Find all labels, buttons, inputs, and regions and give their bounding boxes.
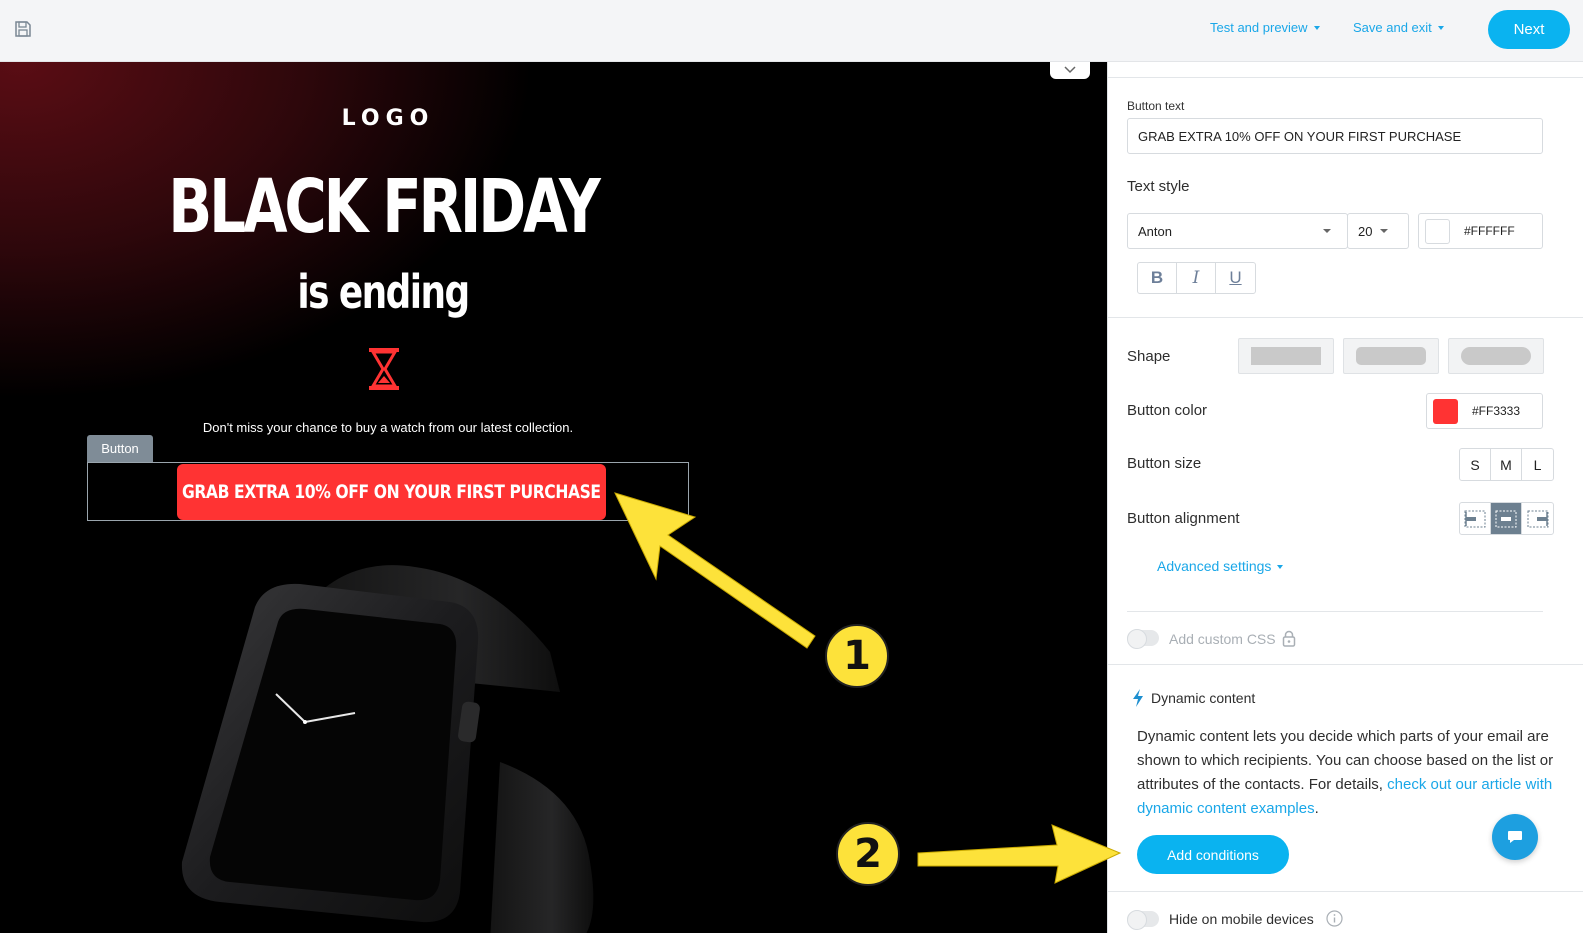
lightning-icon bbox=[1133, 689, 1143, 707]
text-color-value: #FFFFFF bbox=[1464, 224, 1515, 238]
cta-text: GRAB EXTRA 10% OFF ON YOUR FIRST PURCHAS… bbox=[182, 481, 601, 503]
text-format-group: B I U bbox=[1137, 262, 1256, 294]
divider bbox=[1127, 611, 1543, 612]
chat-support-button[interactable] bbox=[1492, 814, 1538, 860]
size-medium-button[interactable]: M bbox=[1491, 449, 1522, 480]
email-canvas: LOGO BLACK FRIDAY is ending Don't miss y… bbox=[0, 62, 1107, 933]
button-alignment-label: Button alignment bbox=[1127, 510, 1240, 527]
align-center-button[interactable] bbox=[1491, 503, 1522, 534]
button-text-label: Button text bbox=[1127, 99, 1185, 113]
save-icon[interactable] bbox=[14, 20, 32, 38]
hide-mobile-toggle[interactable] bbox=[1127, 910, 1159, 930]
email-headline[interactable]: BLACK FRIDAY bbox=[84, 170, 681, 244]
advanced-settings-label: Advanced settings bbox=[1157, 558, 1272, 574]
top-toolbar: Test and preview Save and exit Next bbox=[0, 0, 1583, 62]
align-left-button[interactable] bbox=[1460, 503, 1491, 534]
chevron-down-icon bbox=[1313, 26, 1320, 30]
align-right-button[interactable] bbox=[1522, 503, 1553, 534]
divider bbox=[1108, 664, 1583, 665]
button-color-swatch[interactable] bbox=[1433, 398, 1458, 424]
button-size-label: Button size bbox=[1127, 455, 1202, 472]
shape-rounded-preview bbox=[1356, 347, 1426, 365]
button-color-picker[interactable]: #FF3333 bbox=[1426, 393, 1543, 429]
email-logo[interactable]: LOGO bbox=[0, 106, 776, 131]
custom-css-label: Add custom CSS bbox=[1169, 631, 1276, 647]
dynamic-content-label: Dynamic content bbox=[1151, 690, 1256, 706]
shape-square-option[interactable] bbox=[1238, 338, 1334, 374]
save-and-exit-menu[interactable]: Save and exit bbox=[1353, 20, 1444, 35]
chevron-down-icon bbox=[1277, 565, 1284, 569]
selected-block-label: Button bbox=[87, 435, 153, 462]
dynamic-content-description: Dynamic content lets you decide which pa… bbox=[1137, 725, 1557, 821]
email-tagline[interactable]: Don't miss your chance to buy a watch fr… bbox=[0, 420, 776, 435]
text-style-label: Text style bbox=[1127, 178, 1190, 195]
font-family-select[interactable]: Anton bbox=[1127, 213, 1348, 249]
shape-square-preview bbox=[1251, 347, 1321, 365]
email-cta-button[interactable]: GRAB EXTRA 10% OFF ON YOUR FIRST PURCHAS… bbox=[177, 464, 606, 520]
save-and-exit-label: Save and exit bbox=[1353, 20, 1432, 35]
chevron-down-icon bbox=[1437, 26, 1444, 30]
add-conditions-button[interactable]: Add conditions bbox=[1137, 835, 1289, 874]
next-button[interactable]: Next bbox=[1488, 10, 1570, 49]
bold-button[interactable]: B bbox=[1138, 263, 1177, 293]
divider bbox=[1108, 77, 1583, 78]
chevron-down-icon bbox=[1323, 229, 1331, 233]
dynamic-content-text-end: . bbox=[1314, 800, 1319, 817]
collapse-panel-toggle[interactable] bbox=[1050, 62, 1090, 79]
button-color-value: #FF3333 bbox=[1472, 404, 1521, 418]
font-size-value: 20 bbox=[1358, 223, 1373, 239]
watch-image[interactable] bbox=[160, 562, 630, 933]
lock-icon bbox=[1282, 630, 1296, 647]
size-large-button[interactable]: L bbox=[1522, 449, 1553, 480]
align-center-icon bbox=[1495, 510, 1517, 527]
text-color-swatch[interactable] bbox=[1425, 218, 1450, 244]
chevron-down-icon bbox=[1064, 66, 1076, 74]
text-color-picker[interactable]: #FFFFFF bbox=[1418, 213, 1543, 249]
button-alignment-group bbox=[1459, 502, 1554, 535]
size-small-button[interactable]: S bbox=[1460, 449, 1491, 480]
chevron-down-icon bbox=[1380, 229, 1389, 233]
align-left-icon bbox=[1464, 510, 1486, 527]
button-color-label: Button color bbox=[1127, 402, 1208, 419]
button-text-input[interactable]: GRAB EXTRA 10% OFF ON YOUR FIRST PURCHAS… bbox=[1127, 118, 1543, 154]
font-family-value: Anton bbox=[1138, 223, 1172, 239]
align-right-icon bbox=[1527, 510, 1548, 527]
divider bbox=[1108, 317, 1583, 318]
hide-mobile-label: Hide on mobile devices bbox=[1169, 911, 1314, 927]
shape-pill-preview bbox=[1461, 347, 1531, 365]
advanced-settings-link[interactable]: Advanced settings bbox=[1157, 558, 1284, 574]
button-text-value: GRAB EXTRA 10% OFF ON YOUR FIRST PURCHAS… bbox=[1138, 128, 1462, 144]
shape-rounded-option[interactable] bbox=[1343, 338, 1439, 374]
shape-pill-option[interactable] bbox=[1448, 338, 1544, 374]
test-and-preview-menu[interactable]: Test and preview bbox=[1210, 20, 1320, 35]
hourglass-icon[interactable] bbox=[367, 347, 401, 391]
shape-label: Shape bbox=[1127, 348, 1171, 365]
info-icon[interactable] bbox=[1326, 910, 1343, 927]
italic-button[interactable]: I bbox=[1177, 263, 1216, 293]
font-size-select[interactable]: 20 bbox=[1347, 213, 1409, 249]
divider bbox=[1108, 891, 1583, 892]
test-and-preview-label: Test and preview bbox=[1210, 20, 1308, 35]
settings-panel: Button text GRAB EXTRA 10% OFF ON YOUR F… bbox=[1107, 62, 1583, 933]
chat-icon bbox=[1508, 831, 1522, 843]
button-size-group: S M L bbox=[1459, 448, 1554, 481]
custom-css-toggle[interactable] bbox=[1127, 629, 1159, 649]
underline-button[interactable]: U bbox=[1216, 263, 1255, 293]
email-subheadline[interactable]: is ending bbox=[84, 269, 681, 315]
